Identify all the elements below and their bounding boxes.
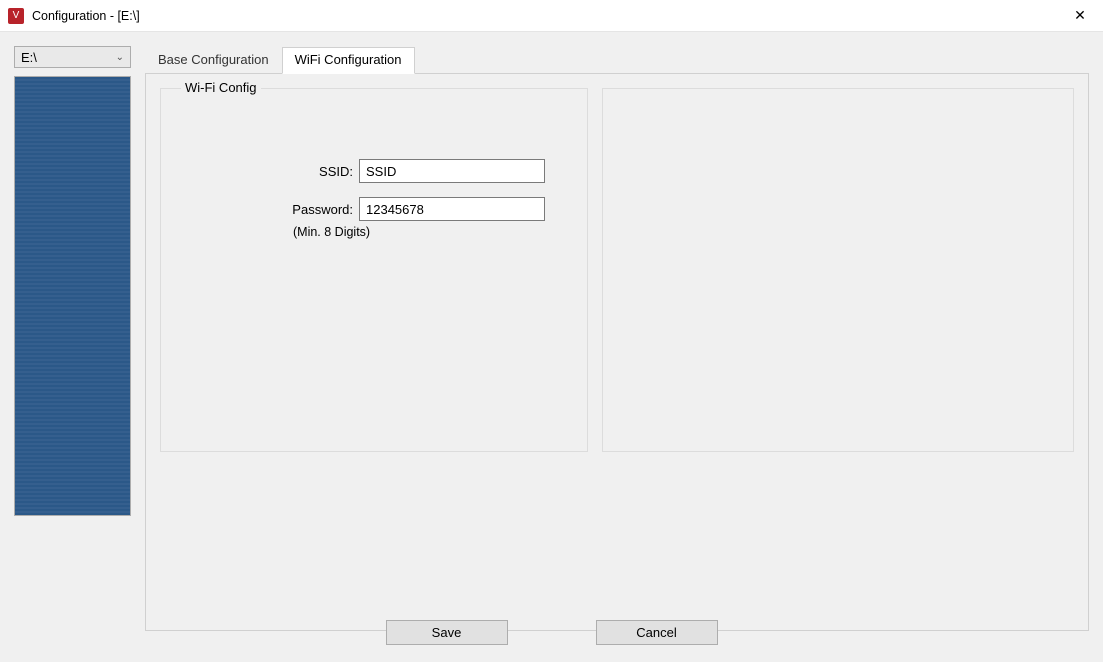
title-bar: V Configuration - [E:\] ✕ [0,0,1103,32]
dialog-footer: Save Cancel [0,612,1103,652]
drive-select[interactable]: E:\ ⌄ [14,46,131,68]
tab-label: Base Configuration [158,52,269,67]
password-input[interactable] [359,197,545,221]
sd-card-image [14,76,131,516]
close-icon: ✕ [1074,7,1086,24]
chevron-down-icon: ⌄ [116,52,124,63]
ssid-input[interactable] [359,159,545,183]
save-button[interactable]: Save [386,620,508,645]
ssid-label: SSID: [175,164,353,179]
app-icon: V [8,8,24,24]
wifi-config-group: Wi-Fi Config SSID: Password: (Min. 8 Dig… [160,88,588,452]
drive-select-value: E:\ [21,50,37,65]
tab-base-configuration[interactable]: Base Configuration [145,47,282,74]
tab-label: WiFi Configuration [295,52,402,67]
password-hint: (Min. 8 Digits) [293,225,573,239]
password-label: Password: [175,202,353,217]
close-button[interactable]: ✕ [1057,0,1103,32]
right-panel [602,88,1074,452]
window-title: Configuration - [E:\] [32,9,140,23]
tabs: Base Configuration WiFi Configuration [145,46,1089,73]
cancel-button[interactable]: Cancel [596,620,718,645]
group-title: Wi-Fi Config [181,80,261,95]
tab-wifi-configuration[interactable]: WiFi Configuration [282,47,415,74]
app-icon-letter: V [13,10,20,21]
tab-panel-wifi: Wi-Fi Config SSID: Password: (Min. 8 Dig… [145,73,1089,631]
